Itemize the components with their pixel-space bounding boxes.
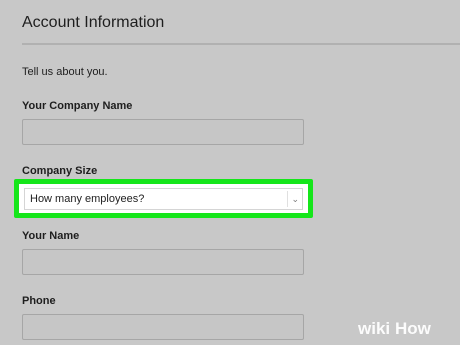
phone-label: Phone (22, 295, 56, 307)
svg-text:How: How (395, 319, 432, 338)
company-size-selected-value: How many employees? (30, 193, 145, 205)
company-size-label: Company Size (22, 165, 98, 177)
account-information-form: Account Information Tell us about you. Y… (0, 0, 460, 345)
company-size-select[interactable]: How many employees? ⌄ (24, 188, 303, 210)
your-name-label: Your Name (22, 230, 80, 242)
phone-input[interactable] (22, 314, 304, 340)
select-divider (287, 191, 288, 207)
section-divider (22, 43, 460, 45)
svg-text:wiki: wiki (358, 319, 390, 338)
company-name-input[interactable] (22, 119, 304, 145)
wikihow-watermark-logo: wiki How (358, 317, 452, 339)
company-name-label: Your Company Name (22, 100, 133, 112)
your-name-input[interactable] (22, 249, 304, 275)
intro-text: Tell us about you. (22, 66, 108, 78)
chevron-down-icon[interactable]: ⌄ (291, 192, 299, 206)
company-size-highlight: How many employees? ⌄ (14, 179, 313, 218)
section-title: Account Information (22, 14, 165, 31)
